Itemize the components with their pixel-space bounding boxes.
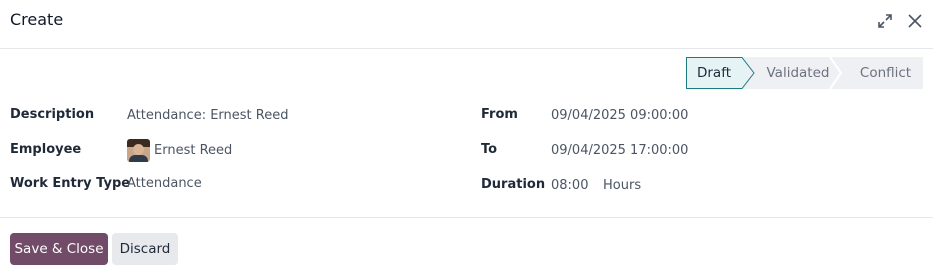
to-label: To [481, 142, 498, 157]
employee-value[interactable]: Ernest Reed [154, 143, 232, 158]
dialog-title: Create [10, 10, 64, 29]
expand-icon[interactable] [876, 12, 894, 30]
work-entry-type-value[interactable]: Attendance [127, 176, 202, 191]
dialog-header: Create [0, 0, 933, 49]
description-value[interactable]: Attendance: Ernest Reed [127, 108, 288, 123]
avatar [127, 139, 150, 162]
from-label: From [481, 107, 518, 122]
from-value[interactable]: 09/04/2025 09:00:00 [551, 108, 688, 123]
duration-value[interactable]: 08:00 [551, 178, 588, 193]
duration-unit: Hours [603, 178, 642, 193]
employee-label: Employee [10, 142, 82, 157]
description-label: Description [10, 107, 95, 122]
close-icon[interactable] [906, 12, 924, 30]
status-bar: Draft Validated Conflict [686, 57, 923, 89]
status-conflict[interactable]: Conflict [836, 57, 923, 89]
save-close-button[interactable]: Save & Close [10, 233, 108, 265]
duration-label: Duration [481, 177, 546, 192]
status-draft[interactable]: Draft [686, 57, 748, 89]
status-validated[interactable]: Validated [748, 57, 836, 89]
work-entry-type-label: Work Entry Type [10, 176, 131, 191]
footer-divider [0, 217, 933, 218]
discard-button[interactable]: Discard [112, 233, 178, 265]
to-value[interactable]: 09/04/2025 17:00:00 [551, 143, 688, 158]
